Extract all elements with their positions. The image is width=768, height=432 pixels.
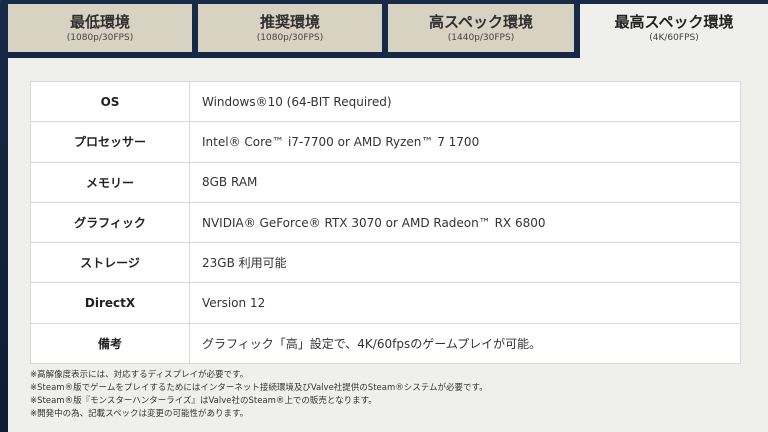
spec-value-os: Windows®10 (64-BIT Required) [189, 80, 741, 123]
tab-minimum[interactable]: 最低環境 (1080p/30FPS) [8, 4, 192, 52]
table-row: ストレージ 23GB 利用可能 [30, 242, 741, 284]
spec-panel: OS Windows®10 (64-BIT Required) プロセッサー I… [8, 58, 768, 432]
spec-value-graphics: NVIDIA® GeForce® RTX 3070 or AMD Radeon™… [189, 201, 741, 244]
tab-title: 推奨環境 [259, 13, 320, 31]
tab-highest-spec[interactable]: 最高スペック環境 (4K/60FPS) [580, 4, 768, 60]
spec-label-os: OS [30, 80, 190, 123]
tab-subtitle: (1080p/30FPS) [256, 33, 324, 43]
tab-title: 最高スペック環境 [614, 13, 734, 31]
spec-table: OS Windows®10 (64-BIT Required) プロセッサー I… [30, 80, 741, 365]
tab-high-spec[interactable]: 高スペック環境 (1440p/30FPS) [388, 4, 574, 52]
tab-title: 最低環境 [69, 13, 130, 31]
spec-label-processor: プロセッサー [30, 121, 190, 163]
tab-subtitle: (4K/60FPS) [649, 33, 699, 43]
spec-value-memory: 8GB RAM [189, 161, 741, 203]
spec-value-storage: 23GB 利用可能 [189, 242, 741, 284]
tab-recommended[interactable]: 推奨環境 (1080p/30FPS) [198, 4, 382, 52]
spec-label-graphics: グラフィック [30, 201, 190, 244]
spec-label-memory: メモリー [30, 161, 190, 203]
spec-value-processor: Intel® Core™ i7-7700 or AMD Ryzen™ 7 170… [189, 121, 741, 163]
footnote: ※開発中の為、記載スペックは変更の可能性があります。 [30, 409, 249, 419]
table-row: メモリー 8GB RAM [30, 161, 741, 203]
footnote: ※Steam®版でゲームをプレイするためにはインターネット接続環境及びValve… [30, 383, 488, 393]
spec-label-storage: ストレージ [30, 242, 190, 284]
spec-label-directx: DirectX [30, 282, 190, 324]
spec-tab-bar: 最低環境 (1080p/30FPS) 推奨環境 (1080p/30FPS) 高ス… [0, 0, 768, 60]
footnotes: ※高解像度表示には、対応するディスプレイが必要です。 ※Steam®版でゲームを… [30, 369, 750, 421]
footnote: ※Steam®版『モンスターハンターライズ』はValve社のSteam®上での販… [30, 396, 377, 406]
table-row: プロセッサー Intel® Core™ i7-7700 or AMD Ryzen… [30, 121, 741, 163]
tab-subtitle: (1080p/30FPS) [66, 33, 134, 43]
spec-label-remarks: 備考 [30, 322, 190, 365]
tab-subtitle: (1440p/30FPS) [447, 33, 515, 43]
spec-value-remarks: グラフィック「高」設定で、4K/60fpsのゲームプレイが可能。 [189, 322, 741, 365]
spec-value-directx: Version 12 [189, 282, 741, 324]
table-row: OS Windows®10 (64-BIT Required) [30, 80, 741, 123]
table-row: DirectX Version 12 [30, 282, 741, 324]
table-row: 備考 グラフィック「高」設定で、4K/60fpsのゲームプレイが可能。 [30, 322, 741, 365]
footnote: ※高解像度表示には、対応するディスプレイが必要です。 [30, 370, 249, 380]
tab-title: 高スペック環境 [429, 13, 533, 31]
table-row: グラフィック NVIDIA® GeForce® RTX 3070 or AMD … [30, 201, 741, 244]
